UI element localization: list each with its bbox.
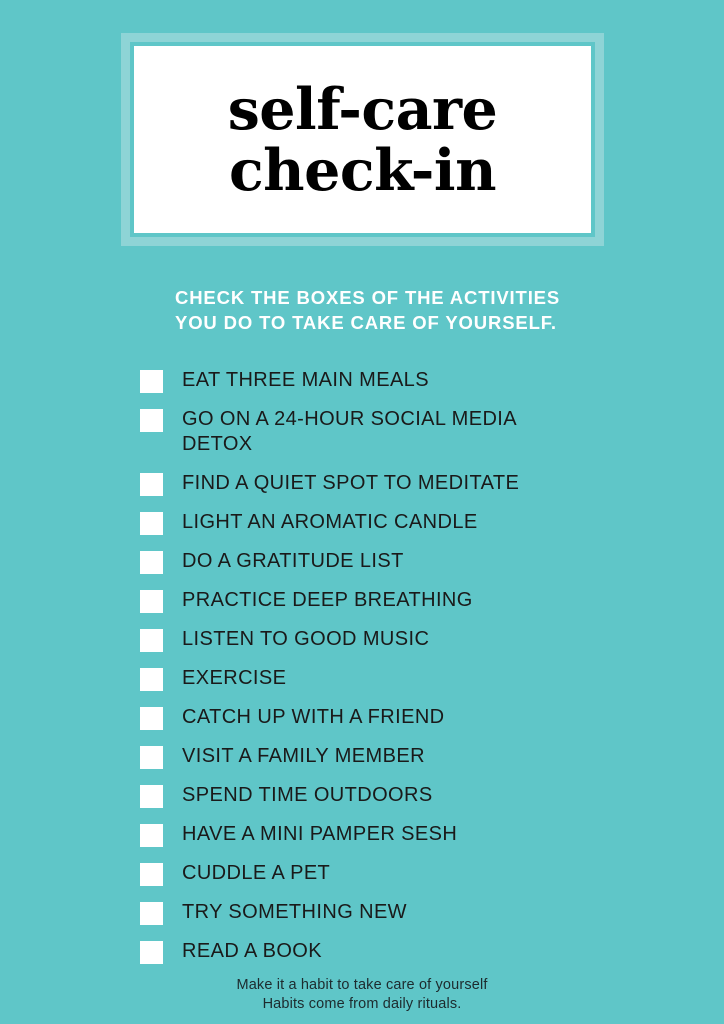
- checklist-item[interactable]: LISTEN TO GOOD MUSIC: [140, 627, 580, 652]
- instructions-line-2: YOU DO TO TAKE CARE OF YOURSELF.: [175, 312, 557, 333]
- title-frame-inner-border: self-care check-in: [130, 42, 595, 237]
- checklist-item-label: CUDDLE A PET: [182, 862, 331, 884]
- checkbox-icon[interactable]: [140, 863, 163, 886]
- page-title-line-2: check-in: [228, 136, 497, 204]
- checklist-item[interactable]: FIND A QUIET SPOT TO MEDITATE: [140, 471, 580, 496]
- checklist-item-label: LISTEN TO GOOD MUSIC: [182, 628, 430, 650]
- checklist-item-label: PRACTICE DEEP BREATHING: [182, 589, 473, 611]
- checkbox-icon[interactable]: [140, 902, 163, 925]
- checkbox-icon[interactable]: [140, 409, 163, 432]
- checklist-item-label: FIND A QUIET SPOT TO MEDITATE: [182, 472, 520, 494]
- checklist-item-label: DO A GRATITUDE LIST: [182, 550, 404, 572]
- checklist-item[interactable]: EAT THREE MAIN MEALS: [140, 368, 580, 393]
- checkbox-icon[interactable]: [140, 707, 163, 730]
- checklist-item[interactable]: LIGHT AN AROMATIC CANDLE: [140, 510, 580, 535]
- checklist-item-label: GO ON A 24-HOUR SOCIAL MEDIA DETOX: [182, 408, 516, 455]
- checklist-item-label: READ A BOOK: [182, 940, 323, 962]
- checkbox-icon[interactable]: [140, 512, 163, 535]
- page-title-line-1: self-care: [227, 75, 498, 143]
- checkbox-icon[interactable]: [140, 590, 163, 613]
- instructions-line-1: CHECK THE BOXES OF THE ACTIVITIES: [175, 287, 561, 308]
- checklist-item[interactable]: CUDDLE A PET: [140, 861, 580, 886]
- checklist-item[interactable]: DO A GRATITUDE LIST: [140, 549, 580, 574]
- checkbox-icon[interactable]: [140, 941, 163, 964]
- checklist-item[interactable]: READ A BOOK: [140, 939, 580, 964]
- checklist-item[interactable]: VISIT A FAMILY MEMBER: [140, 744, 580, 769]
- footer-line-1: Make it a habit to take care of yourself: [236, 977, 488, 993]
- checklist-item[interactable]: PRACTICE DEEP BREATHING: [140, 588, 580, 613]
- checklist: EAT THREE MAIN MEALS GO ON A 24-HOUR SOCI…: [140, 368, 580, 978]
- instructions: CHECK THE BOXES OF THE ACTIVITIES YOU DO…: [175, 285, 575, 335]
- checkbox-icon[interactable]: [140, 473, 163, 496]
- checklist-item[interactable]: GO ON A 24-HOUR SOCIAL MEDIA DETOX: [140, 407, 580, 457]
- checklist-item-label: EAT THREE MAIN MEALS: [182, 369, 429, 391]
- footer-note: Make it a habit to take care of yourself…: [0, 976, 724, 1014]
- checklist-item[interactable]: EXERCISE: [140, 666, 580, 691]
- title-frame: self-care check-in: [121, 33, 604, 246]
- checkbox-icon[interactable]: [140, 785, 163, 808]
- checkbox-icon[interactable]: [140, 668, 163, 691]
- checklist-item[interactable]: SPEND TIME OUTDOORS: [140, 783, 580, 808]
- footer-line-2: Habits come from daily rituals.: [262, 996, 462, 1012]
- checkbox-icon[interactable]: [140, 824, 163, 847]
- checklist-item-label: CATCH UP WITH A FRIEND: [182, 706, 445, 728]
- checklist-item-label: EXERCISE: [182, 667, 287, 689]
- title-card: self-care check-in: [134, 46, 591, 233]
- checklist-item[interactable]: HAVE A MINI PAMPER SESH: [140, 822, 580, 847]
- checklist-item-label: LIGHT AN AROMATIC CANDLE: [182, 511, 478, 533]
- checklist-item[interactable]: CATCH UP WITH A FRIEND: [140, 705, 580, 730]
- checklist-item-label: VISIT A FAMILY MEMBER: [182, 745, 425, 767]
- checklist-item-label: TRY SOMETHING NEW: [182, 901, 407, 923]
- checklist-item-label: HAVE A MINI PAMPER SESH: [182, 823, 458, 845]
- checkbox-icon[interactable]: [140, 746, 163, 769]
- checkbox-icon[interactable]: [140, 370, 163, 393]
- checkbox-icon[interactable]: [140, 629, 163, 652]
- checklist-item[interactable]: TRY SOMETHING NEW: [140, 900, 580, 925]
- checkbox-icon[interactable]: [140, 551, 163, 574]
- checklist-item-label: SPEND TIME OUTDOORS: [182, 784, 433, 806]
